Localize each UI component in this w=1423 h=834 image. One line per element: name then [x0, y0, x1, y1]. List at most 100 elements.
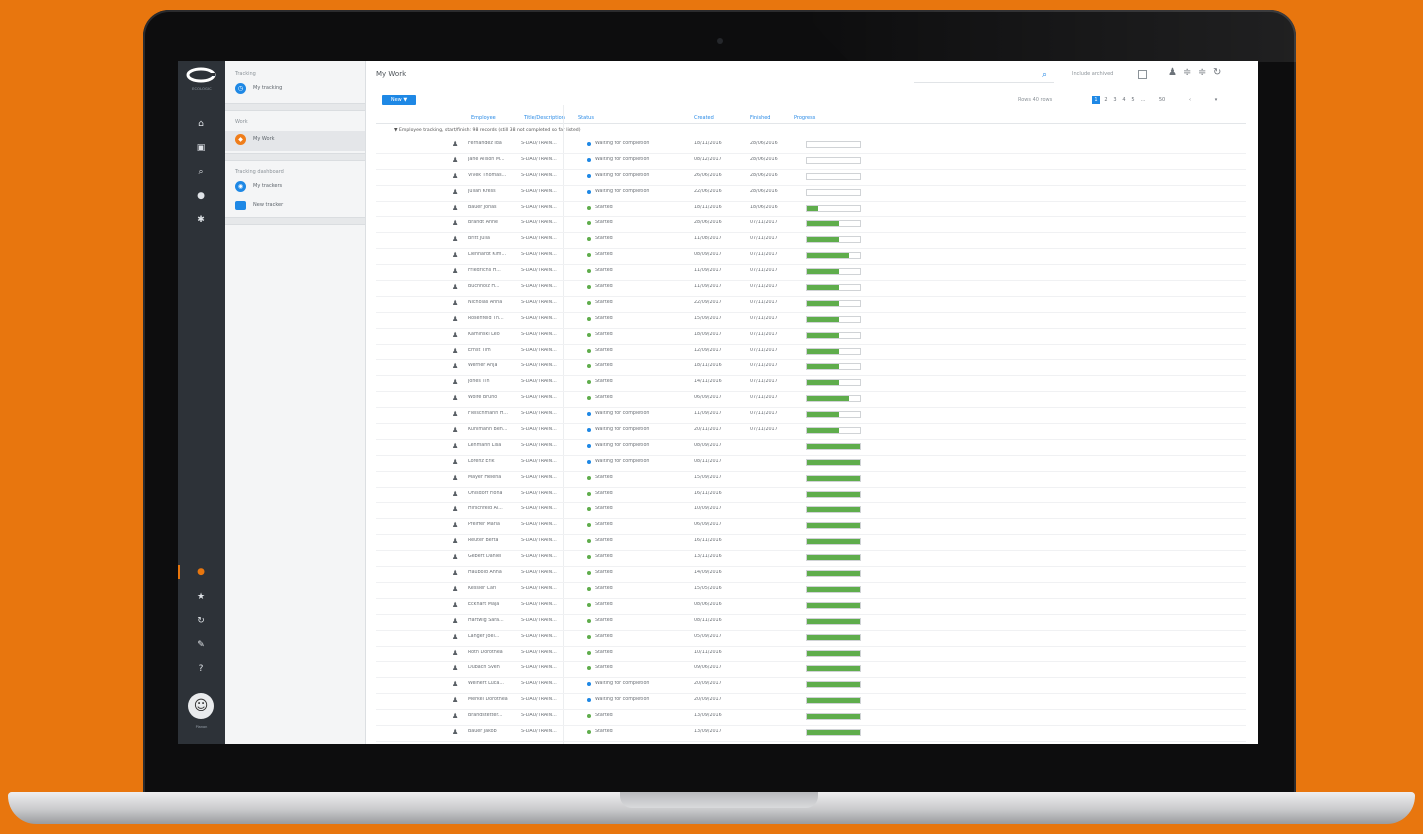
table-row[interactable]: ♟ Langer Joel... S-DAU/TRAIN... Started 05/0… [376, 631, 1246, 647]
column-title[interactable]: Title/Description [524, 115, 565, 121]
employee-cell: Britt Julia [468, 236, 490, 242]
page-4[interactable]: 4 [1120, 96, 1128, 104]
nav-group-tracking-dashboard[interactable]: Tracking dashboard [235, 169, 284, 175]
table-row[interactable]: ♟ Wolfe Bruno S-DAU/TRAIN... Started 06/09/2… [376, 392, 1246, 409]
person-icon: ♟ [452, 616, 459, 625]
table-row[interactable]: ♟ Britt Julia S-DAU/TRAIN... Started 11/08/2… [376, 233, 1246, 250]
group-summary-row[interactable]: ▼ Employee tracking, start/finish: 98 re… [394, 128, 581, 133]
page-2[interactable]: 2 [1102, 96, 1110, 104]
table-row[interactable]: ♟ Bauer Jakob S-DAU/TRAIN... Started 13/09/2… [376, 726, 1246, 742]
nav-group-tracking[interactable]: Tracking [235, 71, 256, 77]
table-row[interactable]: ♟ Rosenfeld Th... S-DAU/TRAIN... Started 15/… [376, 313, 1246, 329]
sort-icon[interactable]: ≑ [1198, 67, 1206, 79]
table-row[interactable]: ♟ Fernandez Ida S-DAU/TRAIN... Waiting for … [376, 138, 1246, 154]
table-row[interactable]: ♟ Friedrichs H... S-DAU/TRAIN... Started 11/… [376, 265, 1246, 282]
table-row[interactable]: ♟ Kessler Carl S-DAU/TRAIN... Started 15/05/… [376, 583, 1246, 599]
progress-bar [806, 506, 861, 514]
help-icon[interactable]: ? [196, 664, 206, 674]
created-cell: 20/09/2017 [694, 681, 722, 687]
table-row[interactable]: ♟ Reuter Berta S-DAU/TRAIN... Started 16/11/… [376, 535, 1246, 552]
table-row[interactable]: ♟ Jones Tin S-DAU/TRAIN... Started 14/11/201… [376, 376, 1246, 393]
user-icon[interactable]: ♟ [1168, 67, 1177, 79]
table-row[interactable]: ♟ Vivek Thomas... S-DAU/TRAIN... Waiting fo… [376, 170, 1246, 186]
status-dot-icon [587, 332, 591, 337]
table-row[interactable]: ♟ Gebert Daniel S-DAU/TRAIN... Started 13/11… [376, 551, 1246, 568]
nav-item-my-trackers[interactable]: ◉ My trackers [233, 181, 361, 195]
column-progress[interactable]: Progress [794, 115, 815, 121]
home-icon[interactable]: ⌂ [196, 119, 206, 129]
bug-icon[interactable]: ● [196, 191, 206, 201]
person-icon: ♟ [452, 537, 459, 546]
table-row[interactable]: ♟ Pfeiffer Maria S-DAU/TRAIN... Started 06/0… [376, 519, 1246, 536]
table-row[interactable]: ♟ Lienhardt Kim... S-DAU/TRAIN... Started 08… [376, 249, 1246, 266]
created-cell: 09/06/2017 [694, 665, 722, 671]
nav-item-label: My trackers [253, 183, 283, 189]
avatar[interactable]: ☺ [188, 693, 214, 719]
table-row[interactable]: ♟ Hartwig Sara... S-DAU/TRAIN... Started 08/… [376, 615, 1246, 631]
column-employee[interactable]: Employee [471, 115, 496, 121]
page-3[interactable]: 3 [1111, 96, 1119, 104]
created-cell: 10/11/2016 [694, 649, 722, 655]
table-row[interactable]: ♟ Ohlsdorf Fiona S-DAU/TRAIN... Started 16/1… [376, 488, 1246, 504]
include-archived-checkbox[interactable] [1138, 70, 1147, 79]
page-5[interactable]: 5 [1129, 96, 1137, 104]
search-icon[interactable]: ⌕ [196, 167, 206, 177]
table-row[interactable]: ♟ Kaminski Leo S-DAU/TRAIN... Started 18/09/… [376, 329, 1246, 345]
star-icon[interactable]: ★ [196, 592, 206, 602]
pager-prev-icon[interactable]: ‹ [1186, 96, 1194, 104]
table-row[interactable]: ♟Pohl DariusS-DAU/TRAIN...Waiting for co… [376, 742, 1246, 745]
created-cell: 08/09/2017 [694, 252, 722, 258]
nav-item-my-work[interactable]: ◆ My Work [225, 131, 365, 151]
table-row[interactable]: ♟ Werner Anja S-DAU/TRAIN... Started 18/11/2… [376, 360, 1246, 377]
status-dot-icon [587, 316, 591, 321]
table-row[interactable]: ♟ Ernst Tim S-DAU/TRAIN... Started 12/09/201… [376, 345, 1246, 361]
table-row[interactable]: ♟ Brandstetter... S-DAU/TRAIN... Started 13/… [376, 710, 1246, 726]
nav-item-my-tracking[interactable]: ◷ My tracking [233, 83, 361, 97]
table-row[interactable]: ♟ Roth Dorothea S-DAU/TRAIN... Started 10/11… [376, 647, 1246, 663]
table-row[interactable]: ♟ Dubach Sven S-DAU/TRAIN... Started 09/06/2… [376, 662, 1246, 679]
page-last[interactable]: 50 [1155, 96, 1169, 104]
table-row[interactable]: ♟ Julian Kress S-DAU/TRAIN... Waiting for c… [376, 186, 1246, 202]
refresh-icon[interactable]: ↻ [1213, 67, 1221, 79]
column-status[interactable]: Status [578, 115, 594, 121]
progress-fill [807, 650, 860, 656]
filter-icon[interactable]: ≑ [1183, 67, 1191, 79]
table-row[interactable]: ♟ Eckhart Maja S-DAU/TRAIN... Started 08/06/… [376, 599, 1246, 615]
search-input[interactable]: ⌕ [914, 69, 1054, 83]
orange-dot-icon[interactable]: ● [196, 567, 206, 577]
page-1[interactable]: 1 [1092, 96, 1100, 104]
table-row[interactable]: ♟ Buchholz H... S-DAU/TRAIN... Started 11/09… [376, 281, 1246, 297]
nav-group-work[interactable]: Work [235, 119, 248, 125]
rows-per-page[interactable]: Rows 40 rows [1018, 97, 1052, 103]
column-finished[interactable]: Finished [750, 115, 770, 121]
settings-icon[interactable]: ✱ [196, 215, 206, 225]
table-row[interactable]: ♟ Haubold Anna S-DAU/TRAIN... Started 14/09/… [376, 567, 1246, 583]
table-row[interactable]: ♟ Nicholas Anna S-DAU/TRAIN... Started 22/09… [376, 297, 1246, 313]
inbox-icon[interactable]: ▣ [196, 143, 206, 153]
table-row[interactable]: ♟ Brandt Anne S-DAU/TRAIN... Started 28/06/2… [376, 217, 1246, 234]
pager-next-icon[interactable]: ▾ [1212, 96, 1220, 104]
table-row[interactable]: ♟ Bauer Jonas S-DAU/TRAIN... Started 18/11/2… [376, 202, 1246, 218]
table-row[interactable]: ♟ Fleischmann H... S-DAU/TRAIN... Waiting f… [376, 408, 1246, 425]
person-icon: ♟ [452, 283, 459, 292]
table-row[interactable]: ♟ Lorenz Erik S-DAU/TRAIN... Waiting for co… [376, 456, 1246, 472]
employee-cell: Nicholas Anna [468, 299, 503, 305]
description-cell: S-DAU/TRAIN... [521, 363, 557, 369]
table-row[interactable]: ♟ Mayer Helena S-DAU/TRAIN... Started 15/09/… [376, 472, 1246, 488]
description-cell: S-DAU/TRAIN... [521, 585, 557, 591]
table-row[interactable]: ♟ Merkel Dorothea S-DAU/TRAIN... Waiting fo… [376, 694, 1246, 711]
search-icon[interactable]: ⌕ [1042, 69, 1047, 81]
nav-item-new-tracker[interactable]: New tracker [233, 200, 361, 214]
history-icon[interactable]: ↻ [196, 616, 206, 626]
table-row[interactable]: ♟ Weinert Luca... S-DAU/TRAIN... Waiting fo… [376, 678, 1246, 695]
status-dot-icon [587, 348, 591, 353]
column-created[interactable]: Created [694, 115, 714, 121]
tag-icon[interactable]: ✎ [196, 640, 206, 650]
status-dot-icon [587, 157, 591, 162]
table-row[interactable]: ♟ Lehmann Lisa S-DAU/TRAIN... Waiting for c… [376, 440, 1246, 456]
progress-fill [807, 285, 839, 291]
table-row[interactable]: ♟ Hirschfeld Al... S-DAU/TRAIN... Started 10… [376, 503, 1246, 520]
table-row[interactable]: ♟ Kuhlmann Ben... S-DAU/TRAIN... Waiting fo… [376, 424, 1246, 440]
table-row[interactable]: ♟ Jane Alison M... S-DAU/TRAIN... Waiting f… [376, 154, 1246, 170]
new-button[interactable]: New ▼ [382, 95, 416, 105]
